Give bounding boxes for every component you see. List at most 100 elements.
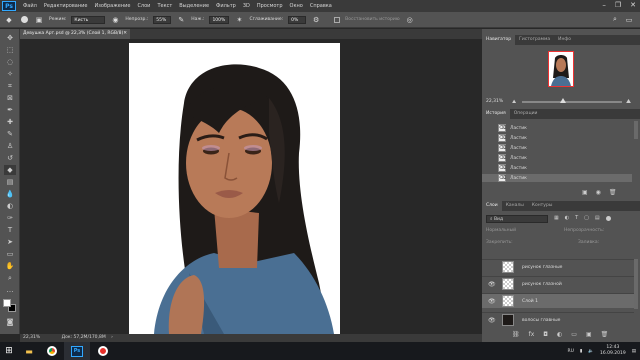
opacity-field[interactable]: 55% xyxy=(153,15,172,24)
path-select-tool-icon[interactable]: ➤ xyxy=(4,237,16,247)
chrome-icon[interactable] xyxy=(40,342,64,360)
history-item[interactable]: ⌫ Ластик xyxy=(482,124,632,132)
dodge-tool-icon[interactable]: ◐ xyxy=(4,201,16,211)
brush-tool-icon[interactable]: ✎ xyxy=(4,129,16,139)
navigator-zoom[interactable]: 22,31% xyxy=(486,99,503,104)
brush-settings-icon[interactable]: ▣ xyxy=(34,15,44,25)
tab-info[interactable]: Инфо xyxy=(554,35,575,45)
frame-tool-icon[interactable]: ⊠ xyxy=(4,93,16,103)
close-icon[interactable]: ✕ xyxy=(630,1,636,9)
visibility-eye-icon[interactable]: 👁 xyxy=(488,298,496,305)
history-item[interactable]: ⌫ Ластик xyxy=(482,144,632,152)
delete-state-icon[interactable]: 🗑 xyxy=(609,189,617,196)
type-tool-icon[interactable]: T xyxy=(4,225,16,235)
history-item[interactable]: ⌫ Ластик xyxy=(482,164,632,172)
foreground-color-swatch[interactable] xyxy=(3,299,11,307)
filter-smart-icon[interactable]: ▤ xyxy=(595,215,600,221)
smoothing-settings-icon[interactable]: ⚙ xyxy=(311,15,321,25)
minimize-icon[interactable]: – xyxy=(602,1,606,9)
photoshop-taskbar-icon[interactable]: Ps xyxy=(64,342,90,360)
pen-tool-icon[interactable]: ✑ xyxy=(4,213,16,223)
clone-stamp-tool-icon[interactable]: ♙ xyxy=(4,141,16,151)
search-icon[interactable]: ⌕ xyxy=(610,15,620,25)
gradient-tool-icon[interactable]: ▤ xyxy=(4,177,16,187)
delete-layer-icon[interactable]: 🗑 xyxy=(601,331,609,338)
volume-icon[interactable]: 🔈 xyxy=(588,349,594,354)
language-indicator[interactable]: RU xyxy=(567,349,573,354)
quick-select-tool-icon[interactable]: ✧ xyxy=(4,69,16,79)
history-item[interactable]: ⌫ Ластик xyxy=(482,154,632,162)
airbrush-toggle-icon[interactable]: ✶ xyxy=(234,15,244,25)
layers-scrollbar[interactable] xyxy=(634,259,638,309)
layer-row[interactable]: 👁 волосы главные xyxy=(482,312,634,327)
clock[interactable]: 12:43 16.09.2019 xyxy=(600,345,626,357)
zoom-out-icon[interactable]: ⛰ xyxy=(512,99,516,105)
move-tool-icon[interactable]: ✥ xyxy=(4,33,16,43)
menu-layers[interactable]: Слои xyxy=(137,3,150,9)
filter-shape-icon[interactable]: ▢ xyxy=(584,215,589,221)
windows-start-icon[interactable]: ⊞ xyxy=(0,342,18,360)
tab-actions[interactable]: Операции xyxy=(510,109,542,119)
add-mask-icon[interactable]: ◘ xyxy=(543,331,548,338)
tab-history[interactable]: История xyxy=(482,109,510,119)
zoom-level[interactable]: 22,31% xyxy=(23,335,40,340)
status-arrow-icon[interactable]: › xyxy=(111,335,113,340)
link-layers-icon[interactable]: ⛓ xyxy=(512,331,520,338)
menu-3d[interactable]: 3D xyxy=(243,3,250,9)
brush-preset-picker[interactable] xyxy=(19,15,29,25)
history-scrollbar[interactable] xyxy=(634,121,638,139)
workspace-icon[interactable]: ▭ xyxy=(624,15,634,25)
lasso-tool-icon[interactable]: ◌ xyxy=(4,57,16,67)
record-app-icon[interactable] xyxy=(90,342,116,360)
history-item[interactable]: ⌫ Ластик xyxy=(482,134,632,142)
pressure-field[interactable]: 100% xyxy=(209,15,230,24)
menu-select[interactable]: Выделение xyxy=(179,3,209,9)
quick-mask-icon[interactable]: ◙ xyxy=(4,317,16,327)
close-tab-icon[interactable]: ✕ xyxy=(123,29,127,39)
menu-image[interactable]: Изображение xyxy=(94,3,130,9)
menu-help[interactable]: Справка xyxy=(310,3,332,9)
blur-tool-icon[interactable]: 💧 xyxy=(4,189,16,199)
visibility-eye-icon[interactable]: 👁 xyxy=(488,317,496,324)
document-tab[interactable]: Девушка Арт.psd @ 22,3% (Слой 1, RGB/8) … xyxy=(20,29,130,39)
layer-row[interactable]: 👁 рисунок глазной xyxy=(482,276,634,291)
filter-pixel-icon[interactable]: ▦ xyxy=(554,215,559,221)
menu-type[interactable]: Текст xyxy=(157,3,172,9)
eyedropper-tool-icon[interactable]: ✒ xyxy=(4,105,16,115)
more-tools-icon[interactable]: … xyxy=(4,285,16,295)
marquee-tool-icon[interactable]: ⬚ xyxy=(4,45,16,55)
layer-style-icon[interactable]: fx xyxy=(529,331,535,338)
new-group-icon[interactable]: ▭ xyxy=(571,331,577,338)
navigator-thumbnail[interactable] xyxy=(548,51,574,87)
menu-file[interactable]: Файл xyxy=(23,3,37,9)
tab-paths[interactable]: Контуры xyxy=(528,201,557,211)
menu-filter[interactable]: Фильтр xyxy=(216,3,236,9)
filter-adjust-icon[interactable]: ◐ xyxy=(565,215,569,221)
history-item-selected[interactable]: ⌫ Ластик xyxy=(482,174,632,182)
airbrush-icon[interactable]: ✎ xyxy=(176,15,186,25)
blend-mode-select[interactable]: Нормальный xyxy=(486,227,554,235)
pressure-opacity-icon[interactable]: ◉ xyxy=(110,15,120,25)
adjustment-layer-icon[interactable]: ◐ xyxy=(557,331,562,338)
restore-icon[interactable]: ❐ xyxy=(615,1,621,9)
layer-filter-select[interactable]: ⌕ Вид xyxy=(486,215,548,223)
new-layer-icon[interactable]: ▣ xyxy=(586,331,592,338)
mode-select[interactable]: Кисть xyxy=(71,15,106,24)
tab-layers[interactable]: Слои xyxy=(482,201,502,211)
rectangle-tool-icon[interactable]: ▭ xyxy=(4,249,16,259)
eraser-tool-icon[interactable]: ◆ xyxy=(4,15,14,25)
pressure-size-icon[interactable]: ◎ xyxy=(405,15,415,25)
document-canvas[interactable] xyxy=(129,43,340,334)
menu-edit[interactable]: Редактирование xyxy=(44,3,88,9)
healing-brush-tool-icon[interactable]: ✚ xyxy=(4,117,16,127)
notifications-icon[interactable]: ▤ xyxy=(632,349,636,354)
file-explorer-icon[interactable]: ▬ xyxy=(18,342,40,360)
tab-channels[interactable]: Каналы xyxy=(502,201,528,211)
smoothing-field[interactable]: 0% xyxy=(288,15,307,24)
zoom-tool-icon[interactable]: ⌕ xyxy=(4,273,16,283)
network-icon[interactable]: ▮ xyxy=(580,349,582,354)
menu-view[interactable]: Просмотр xyxy=(257,3,283,9)
eraser-tool-icon[interactable]: ◆ xyxy=(4,165,16,175)
menu-window[interactable]: Окно xyxy=(290,3,303,9)
zoom-slider[interactable] xyxy=(522,101,622,103)
